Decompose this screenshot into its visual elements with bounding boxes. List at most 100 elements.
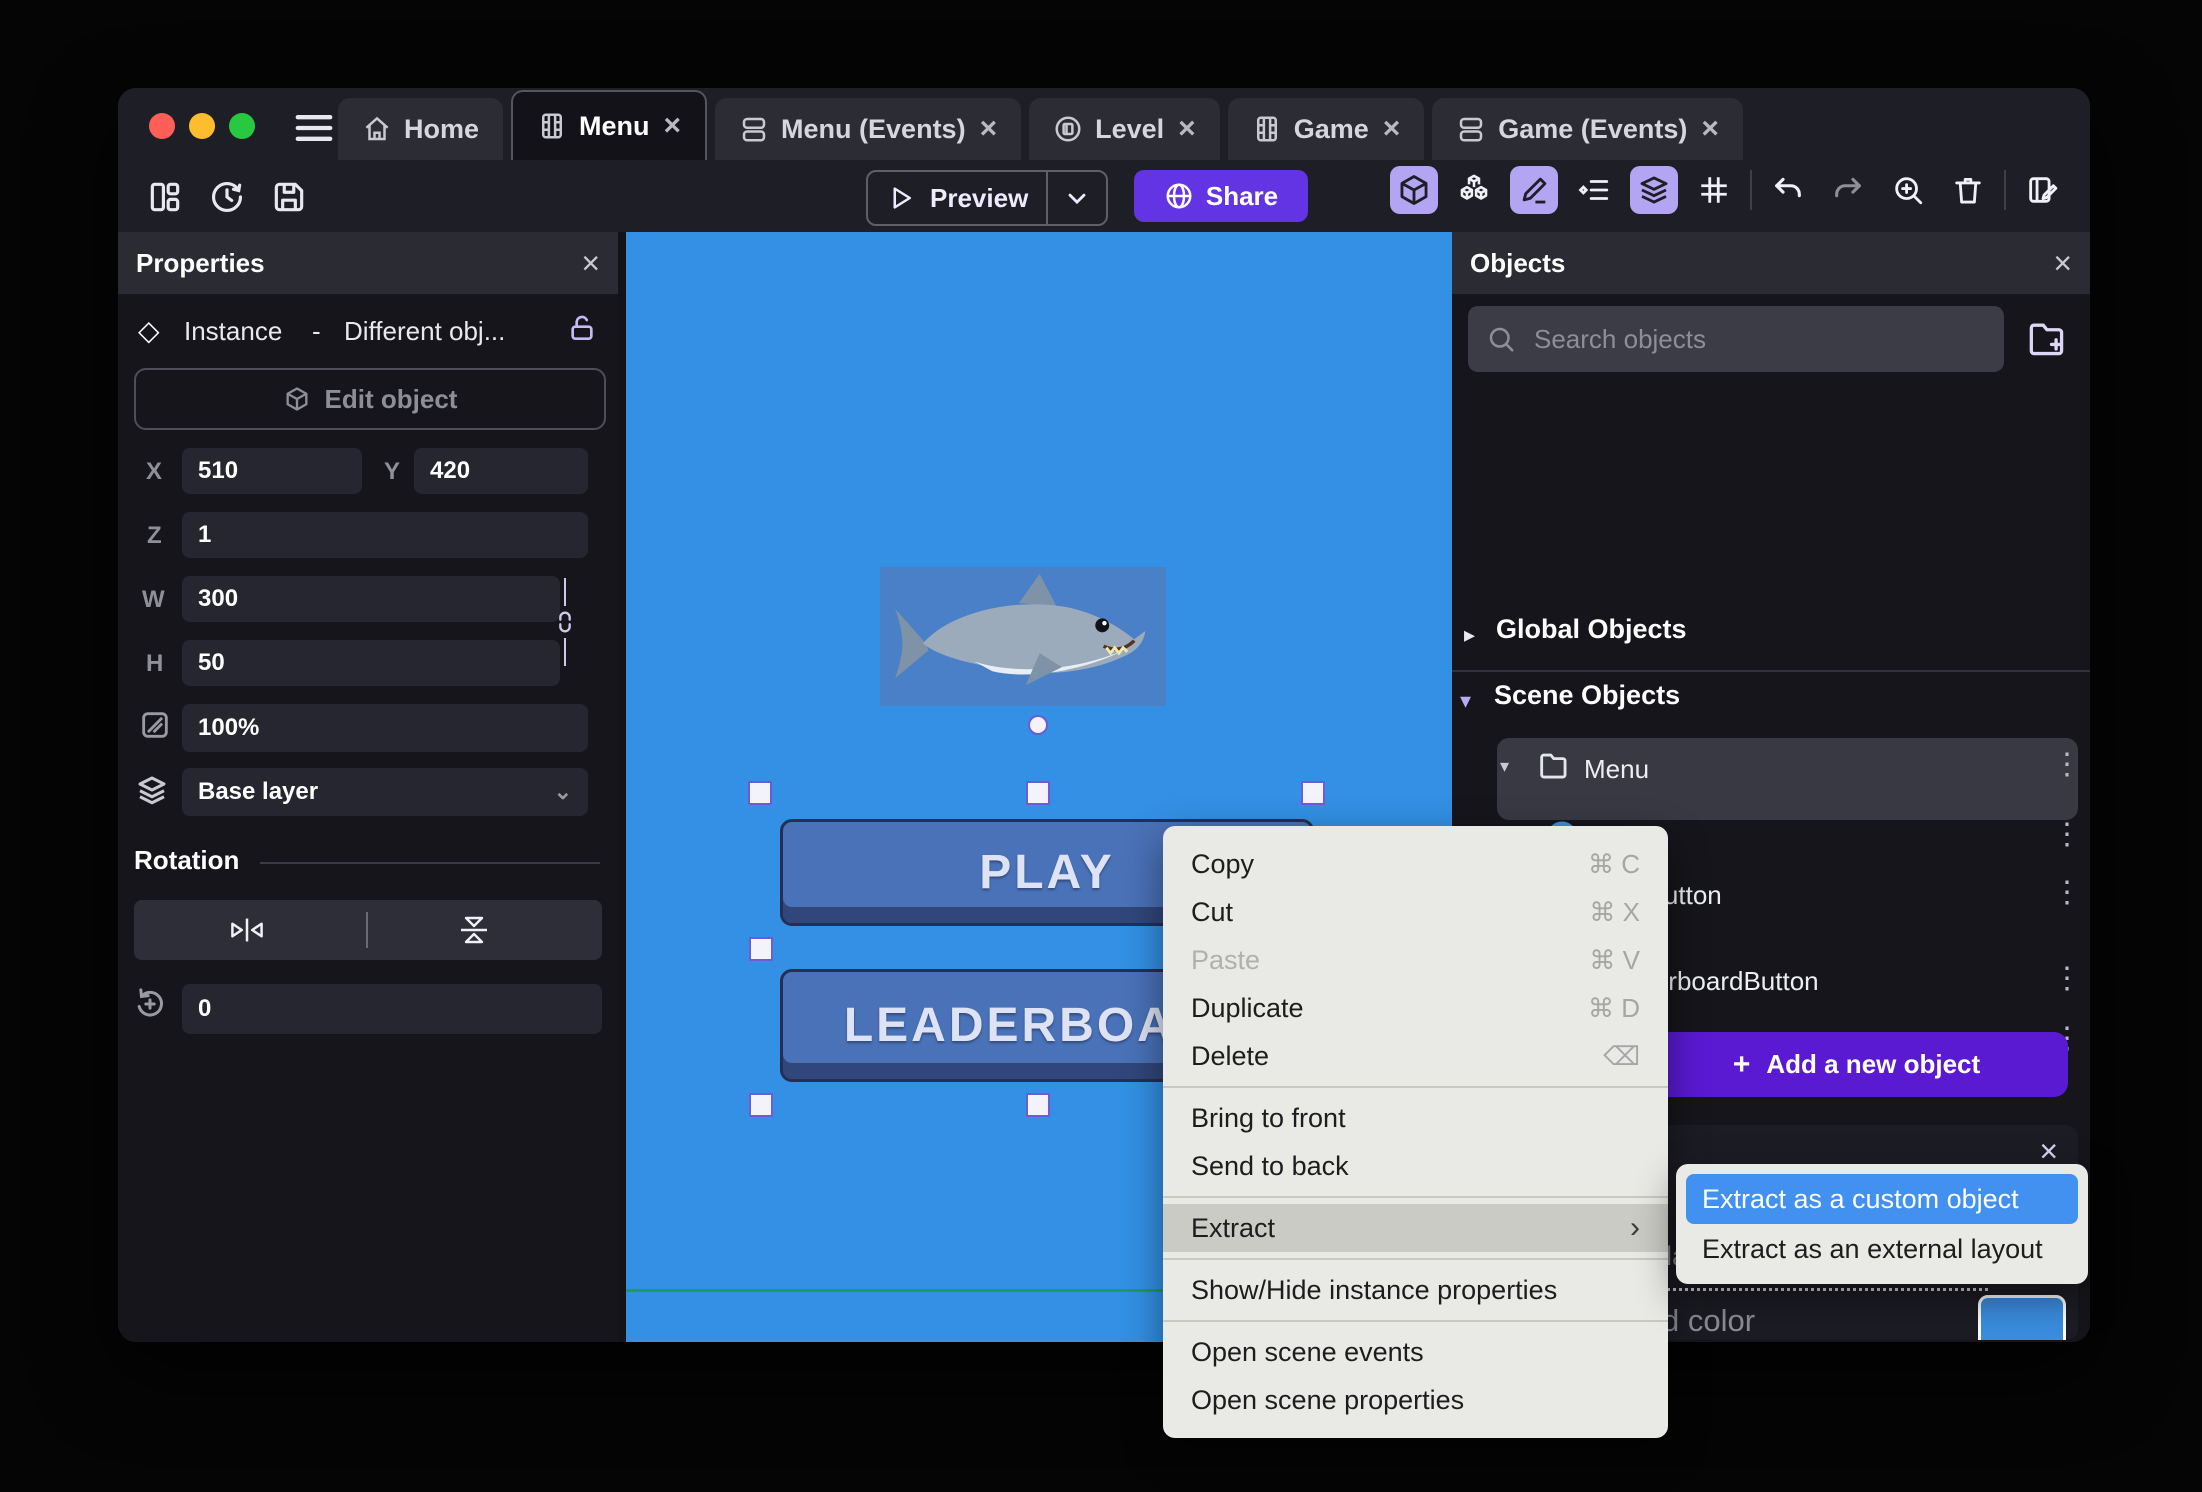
selection-handle[interactable] — [1026, 1093, 1050, 1117]
search-objects-input[interactable] — [1532, 322, 1916, 356]
3d-view-toggle-icon[interactable] — [1390, 166, 1438, 214]
caret-down-icon[interactable]: ▾ — [1500, 756, 1509, 777]
menu-item-label: Delete — [1191, 1040, 1270, 1071]
divider — [1750, 170, 1752, 210]
redo-icon[interactable] — [1824, 166, 1872, 214]
tab-label: Game (Events) — [1498, 113, 1688, 144]
chevron-down-icon[interactable] — [1063, 184, 1091, 212]
scene-objects-header[interactable]: Scene Objects — [1494, 680, 1680, 711]
close-icon[interactable]: × — [581, 245, 600, 282]
zoom-traffic-light[interactable] — [229, 113, 255, 139]
add-folder-icon[interactable] — [2024, 316, 2068, 360]
caret-down-icon[interactable]: ▾ — [1460, 688, 1471, 714]
submenu-arrow-icon: › — [1630, 1211, 1640, 1244]
rotation-section-title: Rotation — [134, 845, 240, 875]
plus-icon: + — [1732, 1047, 1751, 1081]
selection-handle[interactable] — [1301, 781, 1325, 805]
close-icon[interactable]: × — [1178, 112, 1196, 146]
selection-handle[interactable] — [749, 1093, 773, 1117]
tab-game[interactable]: Game × — [1227, 98, 1425, 160]
trash-icon[interactable] — [1944, 166, 1992, 214]
layer-select[interactable]: Base layer ⌄ — [182, 768, 588, 816]
instances-icon[interactable] — [1450, 166, 1498, 214]
menu-item-cut[interactable]: Cut ⌘ X — [1163, 888, 1668, 936]
close-icon[interactable]: × — [2053, 245, 2072, 282]
layout-panels-icon[interactable] — [146, 178, 184, 216]
share-label: Share — [1205, 180, 1279, 211]
rotation-field[interactable] — [182, 984, 602, 1034]
menu-item-duplicate[interactable]: Duplicate ⌘ D — [1163, 984, 1668, 1032]
delete-key-icon: ⌫ — [1603, 1040, 1640, 1071]
submenu-item-extract-custom-object[interactable]: Extract as a custom object — [1686, 1174, 2078, 1224]
globe-icon — [1164, 181, 1194, 211]
scene-icon — [537, 111, 567, 141]
kebab-menu-icon[interactable]: ⋮ — [2052, 820, 2082, 850]
close-icon[interactable]: × — [980, 112, 998, 146]
tab-home[interactable]: Home — [338, 98, 504, 160]
tab-menu-events[interactable]: Menu (Events) × — [715, 98, 1022, 160]
caret-right-icon[interactable]: ▸ — [1464, 622, 1475, 648]
kebab-menu-icon[interactable]: ⋮ — [2052, 750, 2082, 780]
search-objects-box[interactable] — [1468, 306, 2004, 372]
selection-handle[interactable] — [749, 937, 773, 961]
menu-item-show-hide-instance-properties[interactable]: Show/Hide instance properties — [1163, 1266, 1668, 1314]
grid-icon[interactable] — [1690, 166, 1738, 214]
y-field[interactable] — [414, 448, 588, 494]
chevron-down-icon: ⌄ — [553, 779, 572, 804]
edit-mode-pencil-icon[interactable] — [1510, 166, 1558, 214]
kebab-menu-icon[interactable]: ⋮ — [2052, 878, 2082, 908]
tab-level[interactable]: Level × — [1029, 98, 1220, 160]
flip-horizontal-icon[interactable] — [222, 912, 272, 948]
tab-game-events[interactable]: Game (Events) × — [1432, 98, 1743, 160]
instance-list-icon[interactable] — [1570, 166, 1618, 214]
share-button[interactable]: Share — [1134, 170, 1308, 222]
submenu-item-extract-external-layout[interactable]: Extract as an external layout — [1686, 1224, 2078, 1274]
divider — [1046, 172, 1049, 224]
close-icon[interactable]: × — [1383, 112, 1401, 146]
preview-button[interactable]: Preview — [866, 170, 1108, 226]
tab-menu[interactable]: Menu × — [511, 90, 708, 160]
tab-label: Menu — [579, 110, 650, 141]
x-field[interactable] — [182, 448, 362, 494]
submenu-item-label: Extract as an external layout — [1702, 1233, 2043, 1264]
link-dimensions-icon[interactable] — [551, 608, 579, 636]
edit-object-button[interactable]: Edit object — [134, 368, 606, 430]
z-field[interactable] — [182, 512, 588, 558]
dotted-divider — [1656, 1288, 1988, 1291]
rotate-handle[interactable] — [1028, 715, 1048, 735]
h-field[interactable] — [182, 640, 560, 686]
undo-icon[interactable] — [1764, 166, 1812, 214]
close-icon[interactable]: × — [1701, 112, 1719, 146]
tree-item-menu-folder[interactable]: Menu — [1584, 754, 1649, 785]
hamburger-menu-icon[interactable] — [292, 110, 336, 146]
minimize-traffic-light[interactable] — [189, 113, 215, 139]
kebab-menu-icon[interactable]: ⋮ — [2052, 964, 2082, 994]
menu-item-send-to-back[interactable]: Send to back — [1163, 1142, 1668, 1190]
layers-toggle-icon[interactable] — [1630, 166, 1678, 214]
opacity-field[interactable] — [182, 704, 588, 752]
menu-item-copy[interactable]: Copy ⌘ C — [1163, 840, 1668, 888]
edit-register-icon[interactable] — [2018, 166, 2066, 214]
global-objects-header[interactable]: Global Objects — [1496, 614, 1687, 645]
add-new-object-button[interactable]: + Add a new object — [1645, 1032, 2068, 1097]
menu-item-delete[interactable]: Delete ⌫ — [1163, 1032, 1668, 1080]
history-icon[interactable] — [208, 178, 246, 216]
background-color-swatch[interactable] — [1978, 1295, 2066, 1340]
menu-item-bring-to-front[interactable]: Bring to front — [1163, 1094, 1668, 1142]
selection-handle[interactable] — [1026, 781, 1050, 805]
shark-sprite[interactable] — [880, 567, 1166, 706]
flip-vertical-icon[interactable] — [452, 910, 496, 950]
menu-item-extract[interactable]: Extract › — [1163, 1204, 1668, 1252]
menu-item-open-scene-properties[interactable]: Open scene properties — [1163, 1376, 1668, 1424]
w-field[interactable] — [182, 576, 560, 622]
selection-handle[interactable] — [748, 781, 772, 805]
rotate-icon — [130, 984, 170, 1024]
menu-separator — [1163, 1320, 1668, 1322]
divider — [260, 862, 600, 864]
save-icon[interactable] — [270, 178, 308, 216]
close-icon[interactable]: × — [664, 109, 682, 143]
menu-item-open-scene-events[interactable]: Open scene events — [1163, 1328, 1668, 1376]
unlock-icon[interactable] — [566, 312, 598, 344]
close-traffic-light[interactable] — [149, 113, 175, 139]
zoom-in-icon[interactable] — [1884, 166, 1932, 214]
